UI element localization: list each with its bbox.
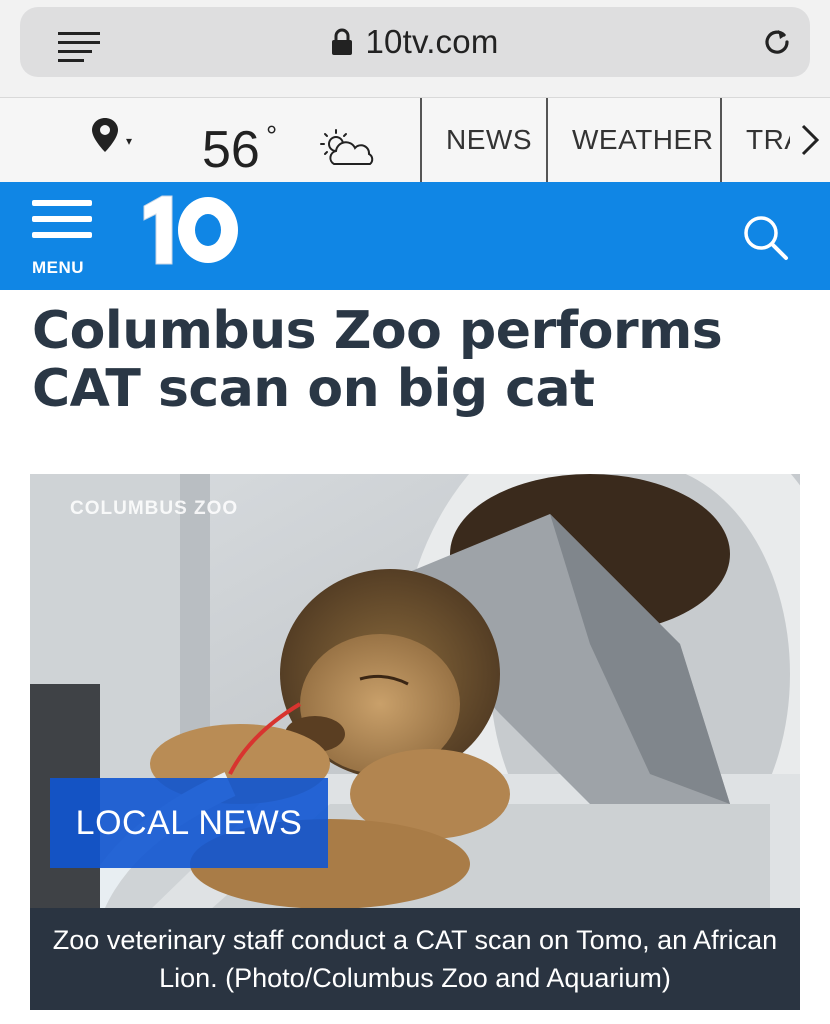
10tv-logo[interactable]: [136, 192, 246, 272]
partly-cloudy-icon: [320, 129, 374, 165]
url-text[interactable]: 10tv.com: [365, 23, 498, 61]
columbus-zoo-watermark: COLUMBUS ZOO: [70, 498, 239, 519]
degree-symbol: °: [266, 120, 278, 151]
tab-weather[interactable]: WEATHER: [572, 98, 713, 182]
nav-separator: [546, 98, 548, 182]
location-caret[interactable]: ▾: [126, 134, 132, 148]
reload-icon[interactable]: [760, 25, 794, 59]
menu-label[interactable]: MENU: [32, 258, 84, 278]
nav-separator: [720, 98, 722, 182]
address-bar[interactable]: 10tv.com: [20, 7, 810, 77]
temperature-value: 56: [202, 121, 260, 179]
search-icon[interactable]: [740, 212, 790, 262]
photo-caption: Zoo veterinary staff conduct a CAT scan …: [30, 908, 800, 1010]
scroll-right-button[interactable]: [790, 98, 830, 182]
weather-nav-strip: ▾ 56 ° NEWS WEATHER TRA: [0, 98, 830, 182]
nav-separator: [420, 98, 422, 182]
chevron-right-icon: [801, 124, 820, 156]
tab-news[interactable]: NEWS: [446, 98, 532, 182]
hamburger-menu-icon[interactable]: [32, 200, 92, 246]
location-pin-icon[interactable]: [90, 116, 120, 154]
article-headline: Columbus Zoo performs CAT scan on big ca…: [32, 301, 723, 419]
site-header: MENU: [0, 182, 830, 290]
local-news-badge[interactable]: LOCAL NEWS: [50, 778, 328, 868]
browser-toolbar: 10tv.com: [0, 0, 830, 98]
lock-icon: [332, 28, 353, 55]
